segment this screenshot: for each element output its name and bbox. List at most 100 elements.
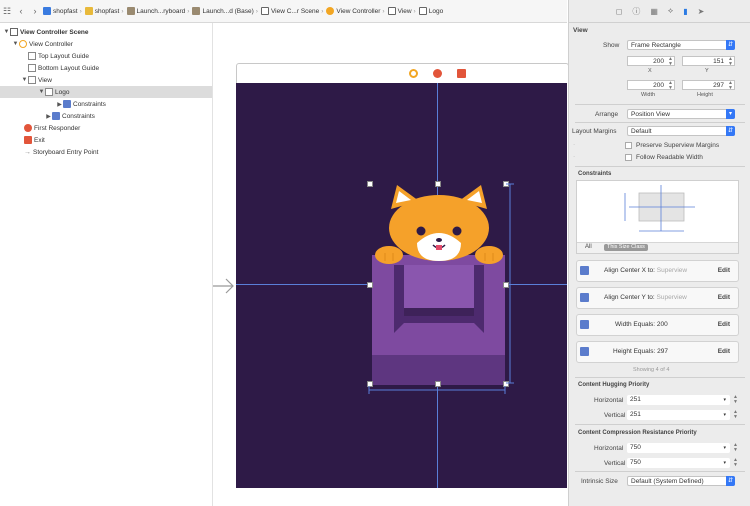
view-icon — [28, 76, 36, 84]
first-responder-dock-icon[interactable] — [433, 69, 442, 78]
disclosure-triangle-icon[interactable]: ▶ — [45, 113, 52, 120]
info-icon: · — [573, 153, 576, 160]
preserve-margins-checkbox[interactable] — [625, 142, 632, 149]
logo-image[interactable] — [369, 183, 505, 388]
storyboard-base-icon — [192, 7, 201, 15]
breadcrumb-scene[interactable]: View C...r Scene — [271, 8, 319, 15]
connections-inspector-icon[interactable]: ➤ — [698, 7, 705, 16]
chevron-up-down-icon: ⇵ — [726, 126, 735, 136]
hugging-horizontal-field[interactable]: 251 ▾ — [627, 395, 730, 405]
disclosure-triangle-icon[interactable]: ▼ — [12, 41, 19, 47]
stepper-icon[interactable]: ▲ ▼ — [733, 395, 738, 405]
breadcrumb-view-controller[interactable]: View Controller — [336, 8, 380, 15]
inspector-tabs: ◻ ⓘ ▦ ⟡ ▮ ➤ — [569, 0, 750, 23]
chevron-up-down-icon: ⇵ — [726, 40, 735, 50]
view-controller-icon — [19, 40, 27, 48]
outline-item-constraints[interactable]: ▶ Constraints — [0, 98, 212, 110]
divider — [575, 471, 745, 472]
width-constraint-indicator — [368, 386, 506, 394]
stepper-icon[interactable]: ▲ ▼ — [728, 81, 733, 91]
x-field[interactable]: 200 ▲ ▼ — [627, 56, 675, 67]
layout-margins-popup[interactable]: Default ⇵ — [627, 126, 735, 136]
breadcrumb-storyboard[interactable]: Launch...ryboard — [137, 8, 186, 15]
compression-vertical-value: 750 — [630, 459, 641, 466]
breadcrumb-base[interactable]: Launch...d (Base) — [202, 8, 253, 15]
file-inspector-icon[interactable]: ◻ — [616, 7, 623, 16]
arrange-popup[interactable]: Position View ▾ — [627, 109, 735, 119]
help-inspector-icon[interactable]: ⓘ — [632, 6, 640, 17]
show-popup[interactable]: Frame Rectangle ⇵ — [627, 40, 735, 50]
exit-dock-icon[interactable] — [457, 69, 466, 78]
view-controller-view[interactable] — [236, 83, 567, 488]
stepper-icon[interactable]: ▲ ▼ — [733, 443, 738, 453]
intrinsic-size-popup[interactable]: Default (System Defined) ⇵ — [627, 476, 735, 486]
disclosure-triangle-icon[interactable]: ▼ — [38, 89, 45, 95]
outline-item-scene[interactable]: ▼ View Controller Scene — [0, 26, 212, 38]
disclosure-triangle-icon[interactable]: ▶ — [56, 101, 63, 108]
outline-item-view[interactable]: ▼ View — [0, 74, 212, 86]
stepper-icon[interactable]: ▲ ▼ — [733, 458, 738, 468]
compression-horizontal-field[interactable]: 750 ▾ — [627, 443, 730, 453]
outline-item-view-controller[interactable]: ▼ View Controller — [0, 38, 212, 50]
size-inspector-icon[interactable]: ▮ — [683, 7, 687, 16]
outline-item-entry-point[interactable]: → Storyboard Entry Point — [0, 146, 212, 158]
edit-button[interactable]: Edit — [718, 294, 730, 301]
outline-item-logo[interactable]: ▼ Logo — [0, 86, 212, 98]
edit-button[interactable]: Edit — [718, 321, 730, 328]
y-field[interactable]: 151 ▲ ▼ — [682, 56, 735, 67]
info-icon: · — [573, 141, 576, 148]
forward-button[interactable]: › — [28, 4, 42, 18]
constraint-row[interactable]: Align Center Y to: Superview Edit — [576, 287, 739, 309]
chevron-down-icon: ▾ — [726, 109, 735, 119]
resize-handle[interactable] — [435, 181, 441, 187]
show-label: Show — [603, 42, 620, 49]
stepper-icon[interactable]: ▲ ▼ — [668, 57, 673, 67]
show-value: Frame Rectangle — [631, 42, 681, 49]
compression-horizontal-label: Horizontal — [594, 445, 624, 452]
outline-label: Constraints — [73, 100, 106, 108]
constraint-row[interactable]: Width Equals: 200 Edit — [576, 314, 739, 336]
readable-width-label: Follow Readable Width — [636, 154, 703, 161]
compression-vertical-label: Vertical — [604, 460, 626, 467]
stepper-icon[interactable]: ▲ ▼ — [668, 81, 673, 91]
breadcrumb: shopfast › shopfast › Launch...ryboard › La… — [42, 7, 443, 15]
outline-item-exit[interactable]: Exit — [0, 134, 212, 146]
constraint-value: 200 — [656, 321, 668, 328]
exit-icon — [24, 136, 32, 144]
resize-handle[interactable] — [367, 181, 373, 187]
hugging-vertical-field[interactable]: 251 ▾ — [627, 410, 730, 420]
first-responder-icon — [24, 124, 32, 132]
breadcrumb-logo[interactable]: Logo — [429, 8, 443, 15]
chevron-down-icon: ▾ — [723, 445, 726, 451]
constraint-row[interactable]: Height Equals: 297 Edit — [576, 341, 739, 363]
view-controller-dock-icon[interactable] — [409, 69, 418, 78]
breadcrumb-project[interactable]: shopfast — [53, 8, 78, 15]
outline-item-bottom-layout-guide[interactable]: Bottom Layout Guide — [0, 62, 212, 74]
edit-button[interactable]: Edit — [718, 348, 730, 355]
attributes-inspector-icon[interactable]: ⟡ — [668, 6, 673, 16]
resize-handle[interactable] — [367, 282, 373, 288]
identity-inspector-icon[interactable]: ▦ — [650, 7, 658, 16]
stepper-icon[interactable]: ▲ ▼ — [733, 410, 738, 420]
image-view-icon — [45, 88, 53, 96]
disclosure-triangle-icon[interactable]: ▼ — [21, 77, 28, 83]
edit-button[interactable]: Edit — [718, 267, 730, 274]
tab-this-size-class[interactable]: This Size Class — [604, 244, 648, 251]
outline-item-first-responder[interactable]: First Responder — [0, 122, 212, 134]
tab-all[interactable]: All — [585, 244, 592, 250]
related-items-icon[interactable]: ☷ — [0, 4, 14, 18]
back-button[interactable]: ‹ — [14, 4, 28, 18]
storyboard-canvas[interactable] — [213, 23, 569, 506]
breadcrumb-folder[interactable]: shopfast — [95, 8, 120, 15]
disclosure-triangle-icon[interactable]: ▼ — [3, 29, 10, 35]
breadcrumb-view[interactable]: View — [398, 8, 412, 15]
outline-item-top-layout-guide[interactable]: Top Layout Guide — [0, 50, 212, 62]
height-field[interactable]: 297 ▲ ▼ — [682, 80, 735, 91]
outline-item-constraints[interactable]: ▶ Constraints — [0, 110, 212, 122]
arrange-label: Arrange — [595, 111, 619, 118]
compression-vertical-field[interactable]: 750 ▾ — [627, 458, 730, 468]
width-field[interactable]: 200 ▲ ▼ — [627, 80, 675, 91]
constraint-row[interactable]: Align Center X to: Superview Edit — [576, 260, 739, 282]
stepper-icon[interactable]: ▲ ▼ — [728, 57, 733, 67]
readable-width-checkbox[interactable] — [625, 154, 632, 161]
